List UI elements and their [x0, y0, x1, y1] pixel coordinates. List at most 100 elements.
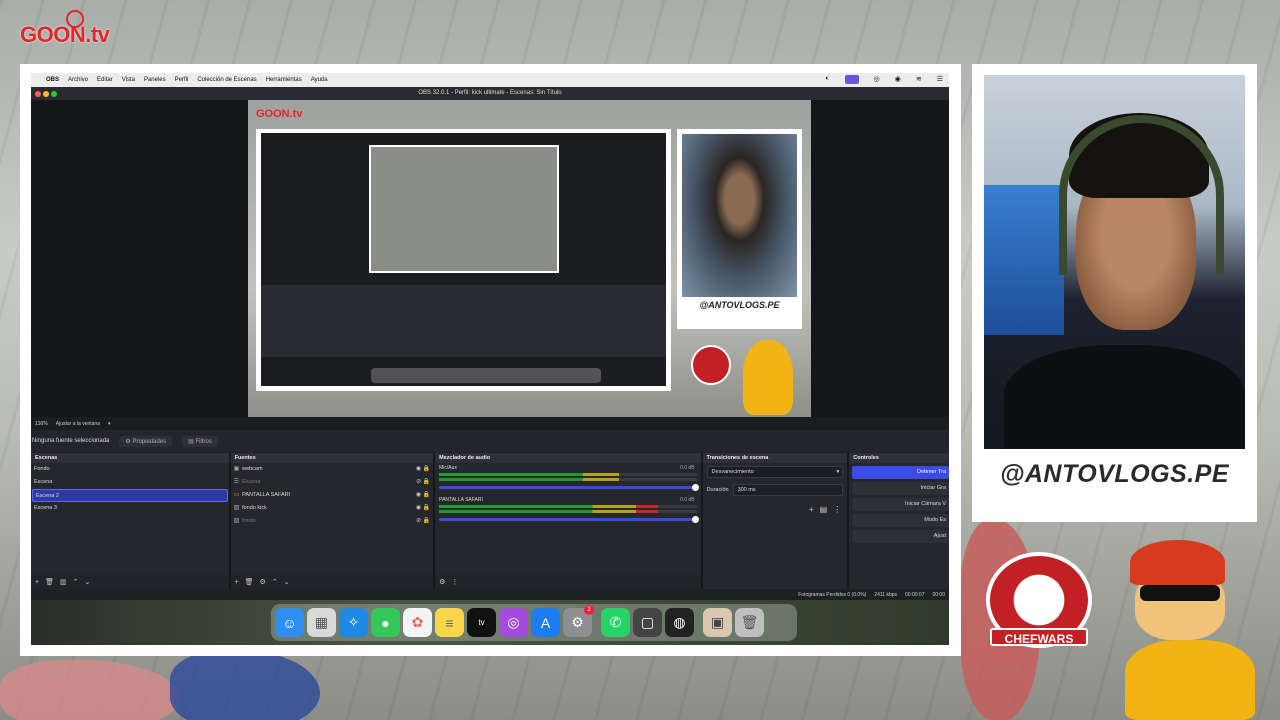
trash-icon[interactable]: 🗑 — [245, 578, 254, 586]
zoom-window-icon[interactable] — [51, 91, 57, 97]
whatsapp-icon[interactable]: ✆ — [601, 608, 630, 637]
volume-slider[interactable] — [439, 516, 699, 523]
close-window-icon[interactable] — [35, 91, 41, 97]
transition-select[interactable]: Desvanecimiento ▾ — [706, 466, 844, 478]
camera-icon: ▣ — [233, 466, 240, 472]
scene-item-selected[interactable]: Escena 2 — [32, 489, 228, 502]
menu-item[interactable]: Colección de Escenas — [197, 77, 256, 83]
level-fill — [439, 473, 620, 476]
transition-actions: + ▤ ⋮ — [809, 505, 841, 514]
image-icon: ▨ — [233, 505, 240, 511]
lock-icon[interactable]: 🔒 — [423, 476, 430, 489]
desktop-screen: OBS Archivo Editar Vista Paneles Perfil … — [31, 73, 949, 645]
appletv-icon[interactable]: tv — [467, 608, 496, 637]
trash-icon[interactable]: ▤ — [820, 505, 828, 514]
eye-hidden-icon[interactable]: ⊘ — [416, 515, 421, 528]
stream-time: 00:00:07 — [905, 591, 925, 598]
nested-screen — [261, 133, 666, 386]
menu-item[interactable]: OBS — [46, 77, 59, 83]
preview-canvas[interactable]: GOON.tv @ANTOVLOGS.PE — [248, 100, 811, 417]
webcam-feed — [984, 75, 1245, 449]
obs-preview[interactable]: GOON.tv @ANTOVLOGS.PE — [31, 100, 949, 417]
notes-icon[interactable]: ≡ — [435, 608, 464, 637]
add-icon[interactable]: + — [235, 579, 239, 586]
launchpad-icon[interactable]: ▦ — [307, 608, 336, 637]
safari-icon[interactable]: ✧ — [339, 608, 368, 637]
lock-icon[interactable]: 🔒 — [423, 489, 430, 502]
settings-icon[interactable]: ⚙ 2 — [563, 605, 594, 637]
source-item[interactable]: ☰ Escena ⊘ 🔒 — [231, 476, 434, 489]
gear-icon[interactable]: ⚙ — [260, 578, 266, 586]
scene-item[interactable]: Escena — [31, 476, 229, 489]
menu-item[interactable]: Perfil — [175, 77, 189, 83]
filters-button[interactable]: ▤ Filtros — [182, 435, 218, 447]
control-icon[interactable]: ◉ — [895, 75, 901, 84]
volume-knob[interactable] — [691, 516, 699, 523]
preview-icon[interactable]: ▣ — [703, 608, 732, 637]
source-item[interactable]: ▣ webcam ◉ 🔒 — [231, 463, 434, 476]
arrow-down-icon[interactable]: ⌄ — [284, 578, 290, 586]
menu-item[interactable]: Editar — [97, 77, 113, 83]
scene-item[interactable]: Escena 3 — [31, 502, 229, 515]
scene-item[interactable]: Fondo — [31, 463, 229, 476]
settings-button[interactable]: Ajust — [852, 530, 949, 543]
lock-icon[interactable]: 🔒 — [423, 502, 430, 515]
eye-icon[interactable]: ◉ — [416, 463, 421, 476]
trash-icon[interactable]: 🗑 — [735, 608, 764, 637]
lock-icon[interactable]: 🔒 — [423, 515, 430, 528]
arrow-up-icon[interactable]: ⌃ — [73, 578, 79, 586]
eye-icon[interactable]: ◉ — [416, 489, 421, 502]
podcasts-icon[interactable]: ◎ — [499, 608, 528, 637]
menu-item[interactable]: Herramientas — [266, 77, 302, 83]
source-item[interactable]: ▨ fondo ⊘ 🔒 — [231, 515, 434, 528]
menu-item[interactable]: Paneles — [144, 77, 166, 83]
messages-icon[interactable]: ● — [371, 608, 400, 637]
arrow-up-icon[interactable]: ⌃ — [272, 578, 278, 586]
menu-item[interactable]: Vista — [122, 77, 135, 83]
appstore-icon[interactable]: A — [531, 608, 560, 637]
zoom-level[interactable]: 130% — [35, 421, 48, 427]
add-icon[interactable]: + — [35, 579, 39, 586]
nested-dock — [371, 368, 601, 383]
wifi-icon[interactable]: ≋ — [916, 75, 922, 84]
menu-item[interactable]: Archivo — [68, 77, 88, 83]
headphones-icon[interactable]: ◎ — [874, 75, 880, 84]
duration-input[interactable]: 300 ms — [732, 484, 844, 496]
chevron-down-icon[interactable]: ▾ — [108, 421, 111, 427]
arrow-down-icon[interactable]: ⌄ — [84, 578, 90, 586]
streamer-handle: @ANTOVLOGS.PE — [999, 460, 1230, 488]
screen-record-icon[interactable] — [844, 75, 859, 84]
control-center-icon[interactable]: ☰ — [937, 75, 943, 84]
eye-icon[interactable]: ◉ — [416, 502, 421, 515]
gear-icon[interactable]: ⚙ — [439, 578, 445, 586]
audio-track: Mic/Aux 0.0 dB — [439, 465, 699, 491]
minimize-window-icon[interactable] — [43, 91, 49, 97]
virtual-camera-button[interactable]: Iniciar Cámara V — [852, 498, 949, 511]
properties-button[interactable]: ⚙ Propiedades — [119, 435, 173, 447]
volume-knob[interactable] — [691, 484, 699, 491]
stop-stream-button[interactable]: Detener Tra — [852, 466, 949, 479]
obs-titlebar: OBS 32.0.1 - Perfil: kick ultimate - Esc… — [31, 87, 949, 100]
source-item[interactable]: ▭ PANTALLA SAFARI ◉ 🔒 — [231, 489, 434, 502]
more-icon[interactable]: ⋮ — [451, 578, 458, 586]
eye-hidden-icon[interactable]: ⊘ — [416, 476, 421, 489]
zoom-mode[interactable]: Ajustar a la ventana — [56, 421, 100, 427]
trash-icon[interactable]: 🗑 — [45, 578, 54, 586]
status-icon[interactable]: ◐ — [825, 75, 829, 84]
menu-item[interactable]: Ayuda — [311, 77, 328, 83]
controls-dock: Controles Detener Tra Iniciar Gra Inicia… — [849, 453, 949, 589]
obs-icon[interactable]: ◍ — [665, 608, 694, 637]
mascot-illustration — [1120, 540, 1260, 720]
source-item[interactable]: ▨ fondo kick ◉ 🔒 — [231, 502, 434, 515]
more-icon[interactable]: ⋮ — [833, 505, 841, 514]
lock-icon[interactable]: 🔒 — [423, 463, 430, 476]
window-icon[interactable]: ▢ — [633, 608, 662, 637]
volume-slider[interactable] — [439, 484, 699, 491]
studio-mode-button[interactable]: Modo Es — [852, 514, 949, 527]
add-icon[interactable]: + — [809, 505, 814, 514]
photos-icon[interactable]: ✿ — [403, 608, 432, 637]
finder-icon[interactable]: ☺ — [275, 608, 304, 637]
person-shirt — [1004, 345, 1245, 449]
start-recording-button[interactable]: Iniciar Gra — [852, 482, 949, 495]
filter-icon[interactable]: ▥ — [60, 578, 67, 586]
